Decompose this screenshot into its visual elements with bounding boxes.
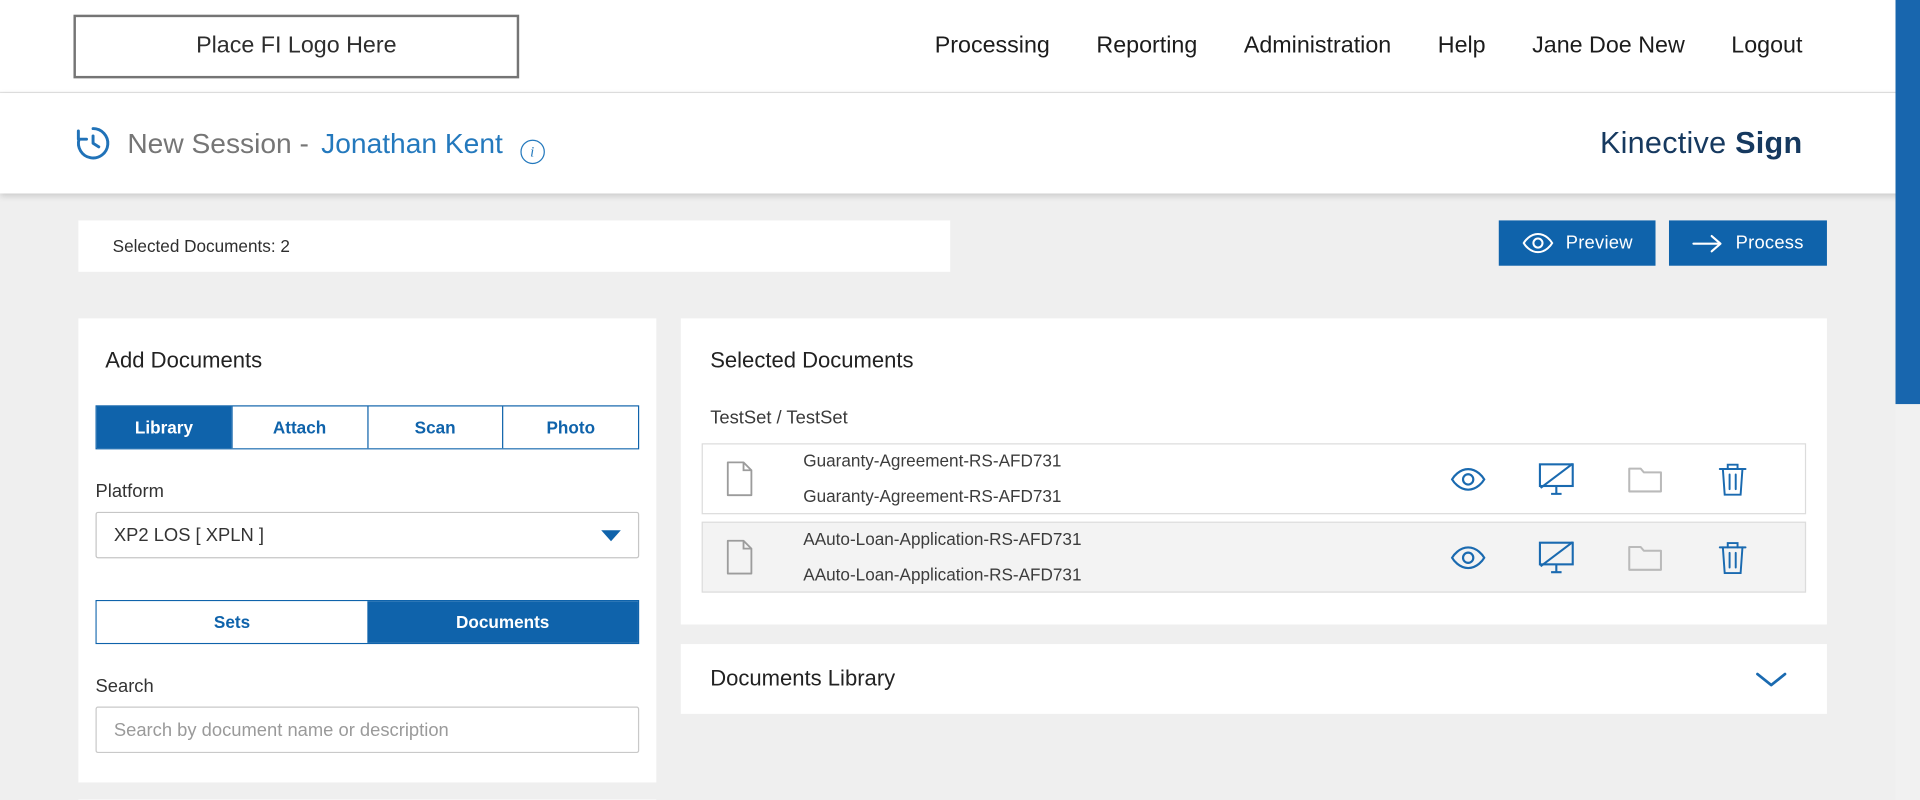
preview-button[interactable]: Preview xyxy=(1498,220,1656,265)
toggle-sets[interactable]: Sets xyxy=(97,601,368,643)
monitor-slash-icon[interactable] xyxy=(1538,540,1575,574)
tab-scan[interactable]: Scan xyxy=(367,407,503,449)
add-documents-title: Add Documents xyxy=(105,348,639,374)
nav-item-logout[interactable]: Logout xyxy=(1731,32,1802,59)
set-path: TestSet / TestSet xyxy=(710,408,1806,429)
nav-item-administration[interactable]: Administration xyxy=(1244,32,1391,59)
platform-select-value: XP2 LOS [ XPLN ] xyxy=(114,525,264,546)
document-name: AAuto-Loan-Application-RS-AFD731 xyxy=(803,522,1450,558)
brand-bold: Sign xyxy=(1735,126,1802,160)
brand-regular: Kinective xyxy=(1600,126,1726,160)
document-icon xyxy=(725,460,754,497)
primary-nav: Processing Reporting Administration Help… xyxy=(935,32,1803,59)
right-column: Selected Documents TestSet / TestSet Gua… xyxy=(681,318,1827,714)
document-description: Guaranty-Agreement-RS-AFD731 xyxy=(803,479,1450,515)
app-viewport: Place FI Logo Here Processing Reporting … xyxy=(0,0,1920,800)
process-button[interactable]: Process xyxy=(1669,220,1826,265)
session-title-group: New Session - Jonathan Kent i xyxy=(73,122,544,164)
row-actions xyxy=(1450,462,1751,496)
document-row: Guaranty-Agreement-RS-AFD731 Guaranty-Ag… xyxy=(702,443,1806,514)
brand-logo: Kinective Sign xyxy=(1600,126,1803,162)
trash-icon[interactable] xyxy=(1714,462,1751,496)
chevron-down-icon[interactable] xyxy=(1755,670,1788,687)
fi-logo-text: Place FI Logo Here xyxy=(196,32,396,59)
sets-documents-toggle: Sets Documents xyxy=(96,600,640,644)
process-button-label: Process xyxy=(1736,233,1804,254)
platform-label: Platform xyxy=(96,481,640,502)
session-user-link[interactable]: Jonathan Kent xyxy=(321,127,503,160)
panels: Add Documents Library Attach Scan Photo … xyxy=(78,318,1920,800)
document-text: Guaranty-Agreement-RS-AFD731 Guaranty-Ag… xyxy=(803,443,1450,514)
document-description: AAuto-Loan-Application-RS-AFD731 xyxy=(803,557,1450,593)
document-row: AAuto-Loan-Application-RS-AFD731 AAuto-L… xyxy=(702,522,1806,593)
monitor-slash-icon[interactable] xyxy=(1538,462,1575,496)
document-name: Guaranty-Agreement-RS-AFD731 xyxy=(803,443,1450,479)
selected-documents-title: Selected Documents xyxy=(710,348,1806,374)
page-title: New Session - xyxy=(127,127,309,160)
platform-select[interactable]: XP2 LOS [ XPLN ] xyxy=(96,512,640,559)
info-icon[interactable]: i xyxy=(520,140,544,164)
toggle-documents[interactable]: Documents xyxy=(367,601,638,643)
eye-icon[interactable] xyxy=(1450,462,1487,496)
nav-item-reporting[interactable]: Reporting xyxy=(1096,32,1197,59)
arrow-right-icon xyxy=(1693,233,1724,253)
selected-count-label: Selected Documents: 2 xyxy=(113,236,290,256)
nav-item-processing[interactable]: Processing xyxy=(935,32,1050,59)
document-text: AAuto-Loan-Application-RS-AFD731 AAuto-L… xyxy=(803,522,1450,593)
history-icon xyxy=(73,124,112,163)
eye-icon xyxy=(1522,231,1554,254)
add-documents-tabs: Library Attach Scan Photo xyxy=(96,405,640,449)
tab-library[interactable]: Library xyxy=(97,407,231,449)
scrollbar-thumb[interactable] xyxy=(1896,0,1920,404)
top-bar: Place FI Logo Here Processing Reporting … xyxy=(0,0,1920,93)
toolbar-row: Selected Documents: 2 Preview xyxy=(78,220,1827,271)
session-header: New Session - Jonathan Kent i Kinective … xyxy=(0,93,1920,193)
search-input[interactable] xyxy=(96,707,640,754)
tab-attach[interactable]: Attach xyxy=(231,407,367,449)
search-label: Search xyxy=(96,676,640,697)
row-actions xyxy=(1450,540,1751,574)
folder-icon[interactable] xyxy=(1626,540,1663,574)
tab-photo[interactable]: Photo xyxy=(502,407,638,449)
caret-down-icon xyxy=(601,530,621,541)
trash-icon[interactable] xyxy=(1714,540,1751,574)
main-content: Selected Documents: 2 Preview xyxy=(0,193,1920,800)
selected-count-bar: Selected Documents: 2 xyxy=(78,220,950,271)
nav-item-user[interactable]: Jane Doe New xyxy=(1532,32,1685,59)
preview-button-label: Preview xyxy=(1566,233,1633,254)
nav-item-help[interactable]: Help xyxy=(1438,32,1486,59)
documents-library-panel[interactable]: Documents Library xyxy=(681,644,1827,714)
documents-library-title: Documents Library xyxy=(710,666,895,692)
document-icon xyxy=(725,539,754,576)
folder-icon[interactable] xyxy=(1626,462,1663,496)
selected-documents-panel: Selected Documents TestSet / TestSet Gua… xyxy=(681,318,1827,624)
add-documents-panel: Add Documents Library Attach Scan Photo … xyxy=(78,318,656,782)
toolbar-buttons: Preview Process xyxy=(1498,220,1827,265)
left-column: Add Documents Library Attach Scan Photo … xyxy=(78,318,656,800)
eye-icon[interactable] xyxy=(1450,540,1487,574)
page-scrollbar[interactable] xyxy=(1896,0,1920,800)
fi-logo-placeholder: Place FI Logo Here xyxy=(73,14,519,78)
